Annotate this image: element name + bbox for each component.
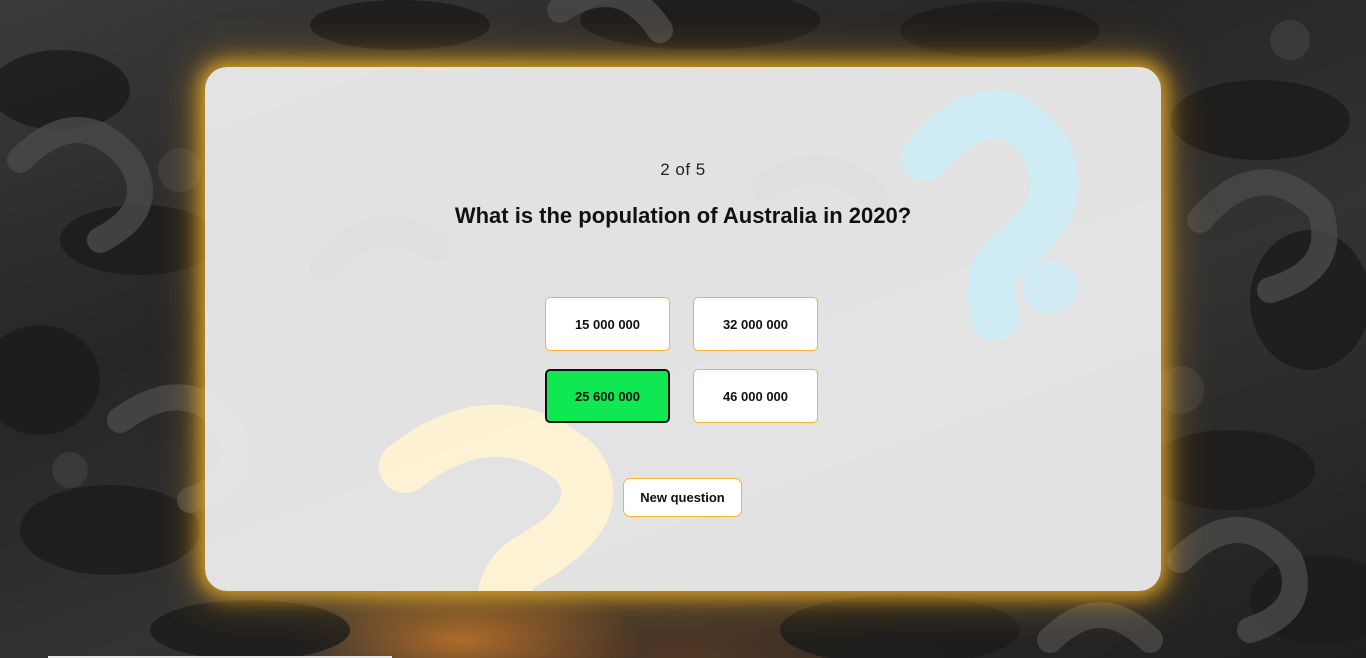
answer-option-3-correct[interactable]: 25 600 000 xyxy=(545,369,670,423)
quiz-card: 2 of 5 What is the population of Austral… xyxy=(205,67,1161,591)
new-question-button[interactable]: New question xyxy=(623,478,742,517)
answer-option-4[interactable]: 46 000 000 xyxy=(693,369,818,423)
question-text: What is the population of Australia in 2… xyxy=(454,203,912,228)
question-counter: 2 of 5 xyxy=(660,160,706,179)
answer-option-2[interactable]: 32 000 000 xyxy=(693,297,818,351)
answer-option-1[interactable]: 15 000 000 xyxy=(545,297,670,351)
